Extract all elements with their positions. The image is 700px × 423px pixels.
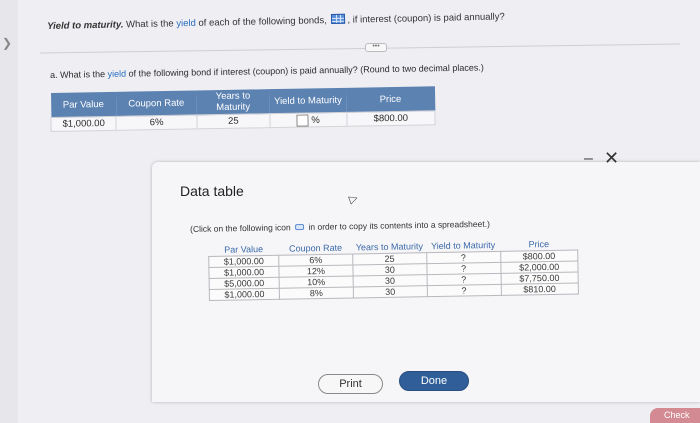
data-table-icon[interactable] bbox=[331, 13, 346, 25]
coupon-rate-cell: 6% bbox=[116, 114, 198, 131]
par-value-cell: $1,000.00 bbox=[50, 116, 117, 132]
yield-link[interactable]: yield bbox=[176, 18, 196, 29]
price-cell: $800.00 bbox=[346, 110, 436, 127]
col-par-value: Par Value bbox=[50, 91, 117, 118]
yield-link-2[interactable]: yield bbox=[108, 69, 127, 79]
print-button[interactable]: Print bbox=[318, 374, 383, 394]
close-icon[interactable]: ✕ bbox=[604, 148, 619, 169]
part-a-text: a. What is the bbox=[50, 68, 108, 80]
copy-text: (Click on the following icon bbox=[190, 222, 291, 234]
col-coupon-rate: Coupon Rate bbox=[115, 90, 197, 117]
divider bbox=[40, 43, 680, 54]
minimize-icon[interactable]: – bbox=[584, 150, 593, 168]
check-answer-button[interactable]: Check bbox=[650, 408, 700, 423]
question-prompt: Yield to maturity. What is the yield of … bbox=[47, 10, 505, 32]
years-cell: 25 bbox=[196, 113, 270, 129]
table-cell: $1,000.00 bbox=[209, 288, 280, 301]
col-yield-to-maturity: Yield to Maturity bbox=[269, 87, 347, 114]
table-cell: 30 bbox=[353, 285, 428, 298]
table-cell: $810.00 bbox=[500, 283, 579, 296]
table-cell: ? bbox=[426, 284, 501, 297]
col-years-to-maturity: Years to Maturity bbox=[196, 89, 270, 115]
done-button[interactable]: Done bbox=[399, 371, 469, 391]
yield-answer-cell: % bbox=[269, 112, 347, 128]
question-text-3: , if interest (coupon) is paid annually? bbox=[347, 11, 505, 26]
modal-title: Data table bbox=[180, 183, 244, 199]
question-text-2: of each of the following bonds, bbox=[195, 15, 327, 29]
expand-ellipsis-button[interactable]: ••• bbox=[365, 43, 387, 52]
col-price: Price bbox=[346, 86, 435, 113]
table-cell: 8% bbox=[279, 286, 354, 300]
left-scroll-edge bbox=[0, 0, 18, 423]
copy-icon[interactable] bbox=[295, 224, 305, 231]
percent-sign: % bbox=[311, 114, 320, 126]
part-a-text-2: of the following bond if interest (coupo… bbox=[126, 62, 484, 79]
question-text: What is the bbox=[123, 18, 177, 31]
data-table: Par Value Coupon Rate Years to Maturity … bbox=[208, 238, 579, 301]
part-a-question: a. What is the yield of the following bo… bbox=[50, 62, 484, 80]
part-a-table: Par Value Coupon Rate Years to Maturity … bbox=[50, 86, 436, 132]
yield-answer-input[interactable] bbox=[296, 113, 309, 127]
chevron-right-icon[interactable]: ❯ bbox=[2, 36, 12, 50]
col-par-value: Par Value bbox=[224, 244, 264, 255]
question-title: Yield to maturity. bbox=[47, 19, 124, 32]
